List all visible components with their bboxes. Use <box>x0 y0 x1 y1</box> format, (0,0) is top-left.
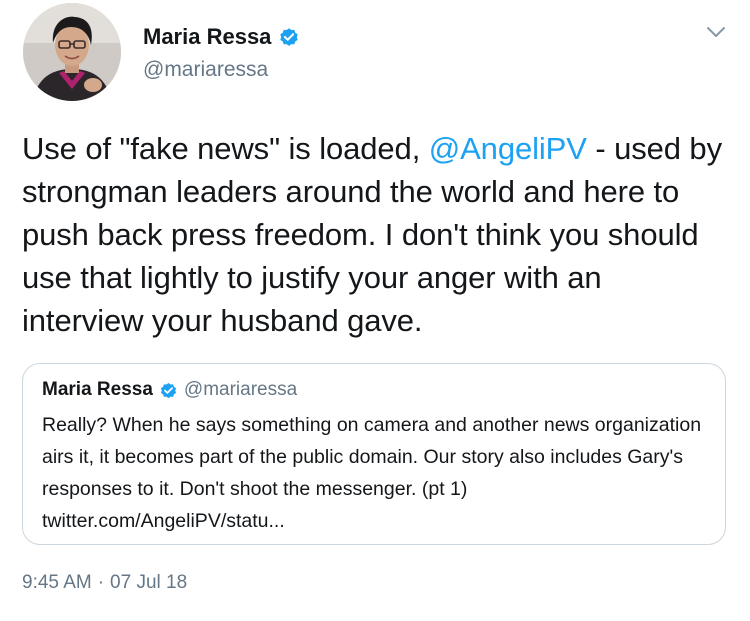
timestamp-separator: · <box>97 572 105 593</box>
tweet-card: Maria Ressa @mariaressa Use of "fake new… <box>0 0 750 621</box>
mention-link[interactable]: @AngeliPV <box>429 131 587 166</box>
quoted-tweet-text: Really? When he says something on camera… <box>42 414 702 532</box>
tweet-timestamp[interactable]: 9:45 AM · 07 Jul 18 <box>22 569 187 597</box>
chevron-down-icon[interactable] <box>702 18 730 46</box>
tweet-text-part1: Use of "fake news" is loaded, <box>22 131 429 166</box>
quoted-tweet-header: Maria Ressa @mariaressa <box>42 377 297 403</box>
avatar[interactable] <box>23 3 121 101</box>
tweet-date[interactable]: 07 Jul 18 <box>110 569 187 597</box>
tweet-text: Use of "fake news" is loaded, @AngeliPV … <box>22 127 727 342</box>
avatar-photo <box>23 3 121 101</box>
verified-badge-icon <box>278 26 300 48</box>
quoted-author-handle: @mariaressa <box>183 379 298 400</box>
quoted-author-name: Maria Ressa <box>42 379 153 400</box>
author-display-name[interactable]: Maria Ressa <box>143 22 271 52</box>
author-handle[interactable]: @mariaressa <box>143 56 268 84</box>
author-name-row[interactable]: Maria Ressa <box>143 22 300 52</box>
quoted-tweet[interactable]: Maria Ressa @mariaressa Really? When he … <box>22 363 726 545</box>
tweet-time[interactable]: 9:45 AM <box>22 569 92 597</box>
verified-badge-icon <box>159 381 178 400</box>
